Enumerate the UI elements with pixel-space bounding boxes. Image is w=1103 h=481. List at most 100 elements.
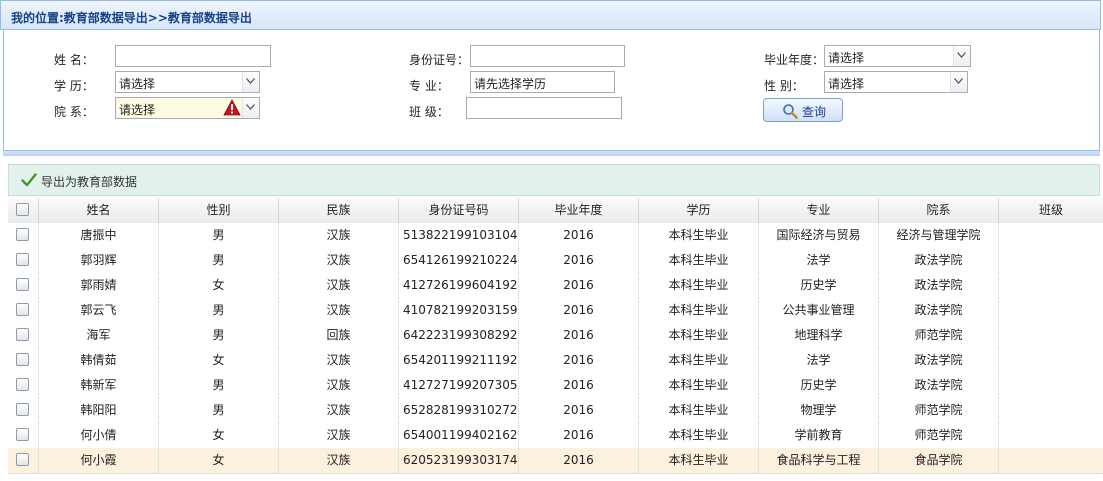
education-select[interactable]: 请选择 (115, 71, 260, 93)
row-checkbox[interactable] (16, 378, 29, 391)
row-checkbox[interactable] (16, 278, 29, 291)
cell-major: 食品科学与工程 (759, 448, 879, 473)
table-row[interactable]: 何小霞女汉族620523199303174142016本科生毕业食品科学与工程食… (8, 448, 1103, 474)
search-icon (783, 104, 798, 119)
row-checkbox[interactable] (16, 228, 29, 241)
cell-idcard: 62052319930317414 (399, 448, 519, 473)
chevron-down-icon[interactable] (242, 98, 259, 118)
cell-ethnicity: 汉族 (279, 348, 399, 373)
table-row[interactable]: 唐振中男汉族513822199103104872016本科生毕业国际经济与贸易经… (8, 223, 1103, 249)
cell-idcard: 65412619921022471 (399, 248, 519, 273)
class-input[interactable] (466, 97, 622, 119)
row-checkbox[interactable] (16, 253, 29, 266)
table-row[interactable]: 郭雨婧女汉族412726199604192402016本科生毕业历史学政法学院 (8, 273, 1103, 299)
col-header-department[interactable]: 院系 (879, 198, 999, 223)
cell-name: 郭云飞 (39, 298, 159, 323)
cell-year: 2016 (519, 248, 639, 273)
search-panel: 姓 名： 身份证号： 毕业年度： 请选择 学 历： 请选择 专 业： 请先选择学… (3, 30, 1100, 150)
cell-department: 政法学院 (879, 298, 999, 323)
row-checkbox[interactable] (16, 303, 29, 316)
cell-education: 本科生毕业 (639, 398, 759, 423)
row-checkbox[interactable] (16, 403, 29, 416)
cell-education: 本科生毕业 (639, 423, 759, 448)
cell-ethnicity: 汉族 (279, 223, 399, 248)
col-header-name[interactable]: 姓名 (39, 198, 159, 223)
col-header-year[interactable]: 毕业年度 (519, 198, 639, 223)
name-label: 姓 名： (54, 53, 94, 67)
export-button[interactable]: 导出为教育部数据 (41, 173, 137, 190)
query-label: 查询 (802, 105, 827, 119)
cell-gender: 女 (159, 448, 279, 473)
cell-department: 师范学院 (879, 323, 999, 348)
table-row[interactable]: 海军男回族642223199308292812016本科生毕业地理科学师范学院 (8, 323, 1103, 349)
major-label: 专 业： (409, 79, 449, 93)
cell-ethnicity: 回族 (279, 323, 399, 348)
table-row[interactable]: 郭羽辉男汉族654126199210224712016本科生毕业法学政法学院 (8, 248, 1103, 274)
table-row[interactable]: 郭云飞男汉族410782199203159632016本科生毕业公共事业管理政法… (8, 298, 1103, 324)
cell-gender: 男 (159, 323, 279, 348)
row-select-cell (8, 423, 39, 448)
department-value: 请选择 (119, 103, 156, 117)
col-header-major[interactable]: 专业 (759, 198, 879, 223)
query-button[interactable]: 查询 (763, 98, 843, 122)
cell-department: 食品学院 (879, 448, 999, 473)
cell-idcard: 41272719920730541 (399, 373, 519, 398)
grid-toolbar: 导出为教育部数据 (8, 164, 1100, 196)
cell-year: 2016 (519, 223, 639, 248)
table-row[interactable]: 韩倩茹女汉族654201199211192422016本科生毕业法学政法学院 (8, 348, 1103, 374)
cell-gender: 男 (159, 223, 279, 248)
table-row[interactable]: 韩阳阳男汉族652828199310272012016本科生毕业物理学师范学院 (8, 398, 1103, 424)
cell-idcard: 64222319930829281 (399, 323, 519, 348)
cell-education: 本科生毕业 (639, 273, 759, 298)
cell-major: 国际经济与贸易 (759, 223, 879, 248)
breadcrumb: 我的位置:教育部数据导出>>教育部数据导出 (11, 11, 252, 25)
cell-department: 政法学院 (879, 348, 999, 373)
cell-ethnicity: 汉族 (279, 273, 399, 298)
col-header-education[interactable]: 学历 (639, 198, 759, 223)
row-checkbox[interactable] (16, 453, 29, 466)
cell-year: 2016 (519, 298, 639, 323)
col-header-class[interactable]: 班级 (999, 198, 1103, 223)
major-select[interactable]: 请先选择学历 (470, 71, 615, 93)
name-input[interactable] (115, 45, 271, 67)
chevron-down-icon[interactable] (950, 72, 967, 92)
cell-gender: 男 (159, 298, 279, 323)
cell-ethnicity: 汉族 (279, 423, 399, 448)
chevron-down-icon[interactable] (242, 72, 259, 92)
department-select[interactable]: 请选择 (115, 97, 260, 119)
row-select-cell (8, 448, 39, 473)
table-row[interactable]: 韩新军男汉族412727199207305412016本科生毕业历史学政法学院 (8, 373, 1103, 399)
cell-education: 本科生毕业 (639, 298, 759, 323)
row-select-cell (8, 398, 39, 423)
row-checkbox[interactable] (16, 328, 29, 341)
department-label: 院 系： (54, 105, 94, 119)
major-value: 请先选择学历 (474, 77, 547, 91)
cell-department: 政法学院 (879, 373, 999, 398)
select-all-checkbox[interactable] (16, 203, 29, 216)
cell-year: 2016 (519, 398, 639, 423)
cell-year: 2016 (519, 323, 639, 348)
cell-year: 2016 (519, 423, 639, 448)
row-checkbox[interactable] (16, 353, 29, 366)
cell-idcard: 41272619960419240 (399, 273, 519, 298)
cell-ethnicity: 汉族 (279, 448, 399, 473)
cell-class (999, 373, 1103, 398)
cell-ethnicity: 汉族 (279, 298, 399, 323)
cell-year: 2016 (519, 273, 639, 298)
gender-label: 性 别： (764, 79, 804, 93)
row-checkbox[interactable] (16, 428, 29, 441)
cell-class (999, 448, 1103, 473)
row-select-cell (8, 348, 39, 373)
col-header-gender[interactable]: 性别 (159, 198, 279, 223)
col-header-idcard[interactable]: 身份证号码 (399, 198, 519, 223)
cell-gender: 男 (159, 248, 279, 273)
table-row[interactable]: 何小倩女汉族654001199402162542016本科生毕业学前教育师范学院 (8, 423, 1103, 449)
class-label: 班 级： (409, 105, 449, 119)
chevron-down-icon[interactable] (953, 46, 970, 66)
panel-divider (3, 150, 1100, 156)
gender-select[interactable]: 请选择 (824, 71, 968, 93)
cell-department: 政法学院 (879, 248, 999, 273)
idcard-input[interactable] (470, 45, 625, 67)
graduation-year-select[interactable]: 请选择 (824, 45, 971, 67)
col-header-ethnicity[interactable]: 民族 (279, 198, 399, 223)
